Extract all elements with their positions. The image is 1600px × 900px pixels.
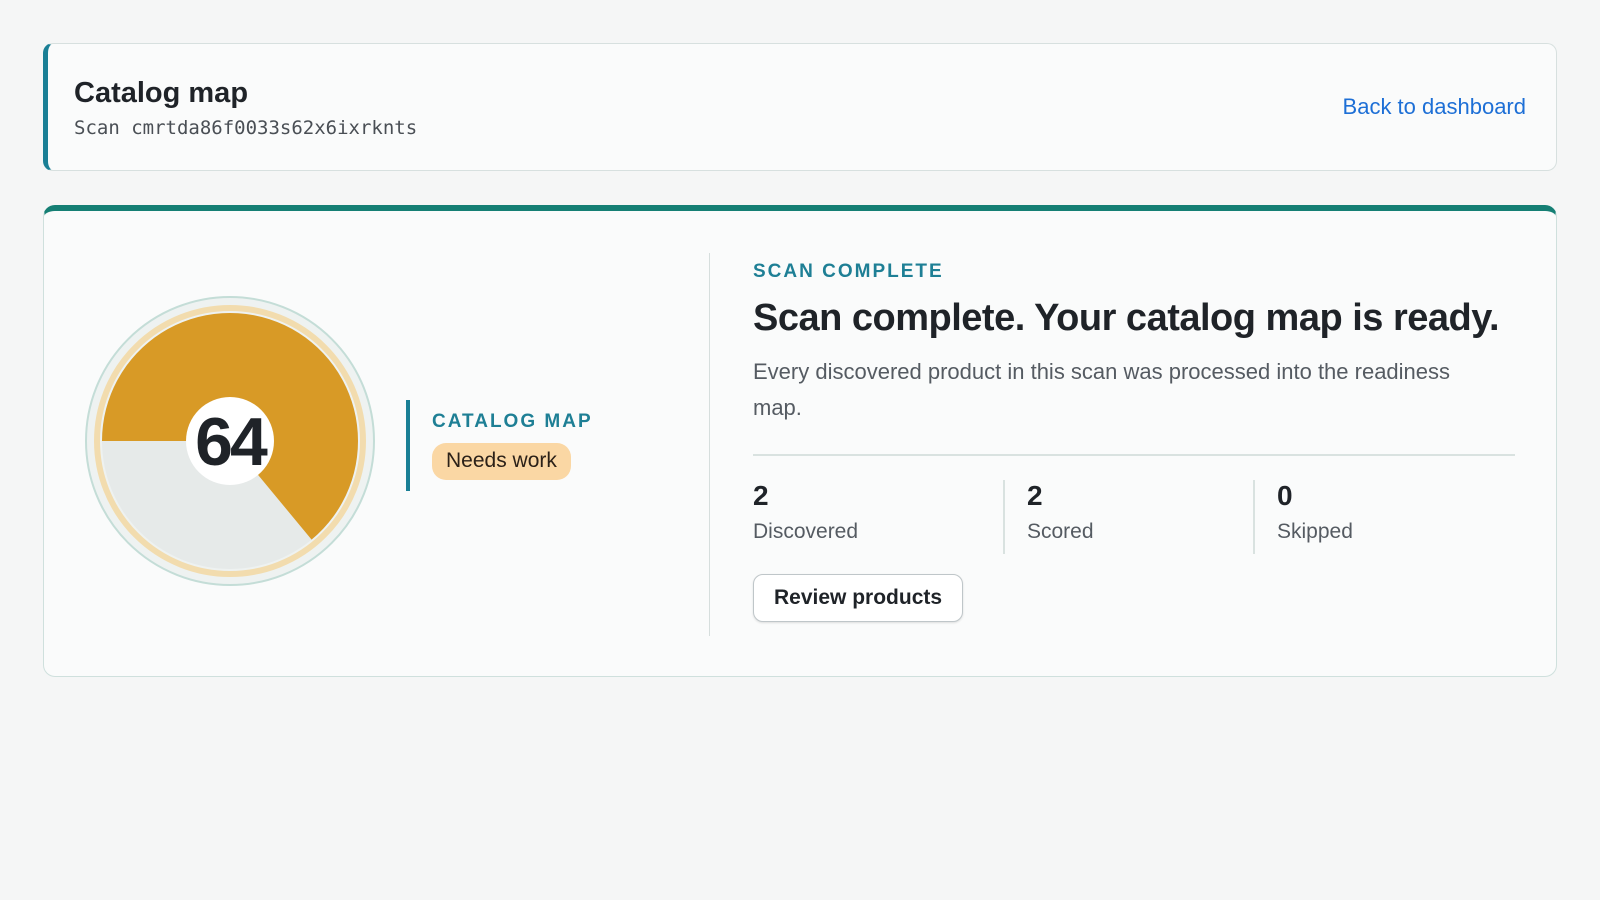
- status-badge: Needs work: [432, 443, 571, 480]
- stat-label: Discovered: [753, 520, 859, 543]
- divider: [753, 454, 1515, 456]
- review-products-button[interactable]: Review products: [753, 574, 964, 622]
- stats-row: 2 Discovered 2 Scored 0 Skipped: [753, 480, 1515, 554]
- result-title: Scan complete. Your catalog map is ready…: [753, 297, 1500, 339]
- header-text: Catalog map Scan cmrtda86f0033s62x6ixrkn…: [74, 75, 417, 139]
- page-title: Catalog map: [74, 77, 249, 109]
- page-header: Catalog map Scan cmrtda86f0033s62x6ixrkn…: [43, 43, 1557, 171]
- scan-summary-card: 64 CATALOG MAP Needs work SCAN COMPLETE …: [43, 205, 1557, 677]
- stat-skipped: 0 Skipped: [1253, 480, 1503, 554]
- result-description: Every discovered product in this scan wa…: [753, 359, 1451, 420]
- stat-value: 2: [1027, 480, 1043, 511]
- catalog-map-label: CATALOG MAP: [432, 411, 593, 432]
- score-gauge: 64: [85, 296, 375, 586]
- stat-label: Skipped: [1277, 520, 1353, 543]
- stat-discovered: 2 Discovered: [753, 480, 1003, 554]
- stat-label: Scored: [1027, 520, 1094, 543]
- score-panel: 64 CATALOG MAP Needs work: [44, 211, 709, 676]
- panel-divider: [709, 253, 710, 636]
- back-to-dashboard-link[interactable]: Back to dashboard: [1343, 94, 1526, 120]
- scan-complete-label: SCAN COMPLETE: [753, 261, 944, 282]
- scan-id: Scan cmrtda86f0033s62x6ixrknts: [74, 117, 418, 139]
- stat-value: 0: [1277, 480, 1293, 511]
- stat-value: 2: [753, 480, 769, 511]
- stat-scored: 2 Scored: [1003, 480, 1253, 554]
- status-block: CATALOG MAP Needs work: [406, 400, 593, 491]
- result-panel: SCAN COMPLETE Scan complete. Your catalo…: [753, 261, 1515, 622]
- score-value: 64: [195, 404, 268, 480]
